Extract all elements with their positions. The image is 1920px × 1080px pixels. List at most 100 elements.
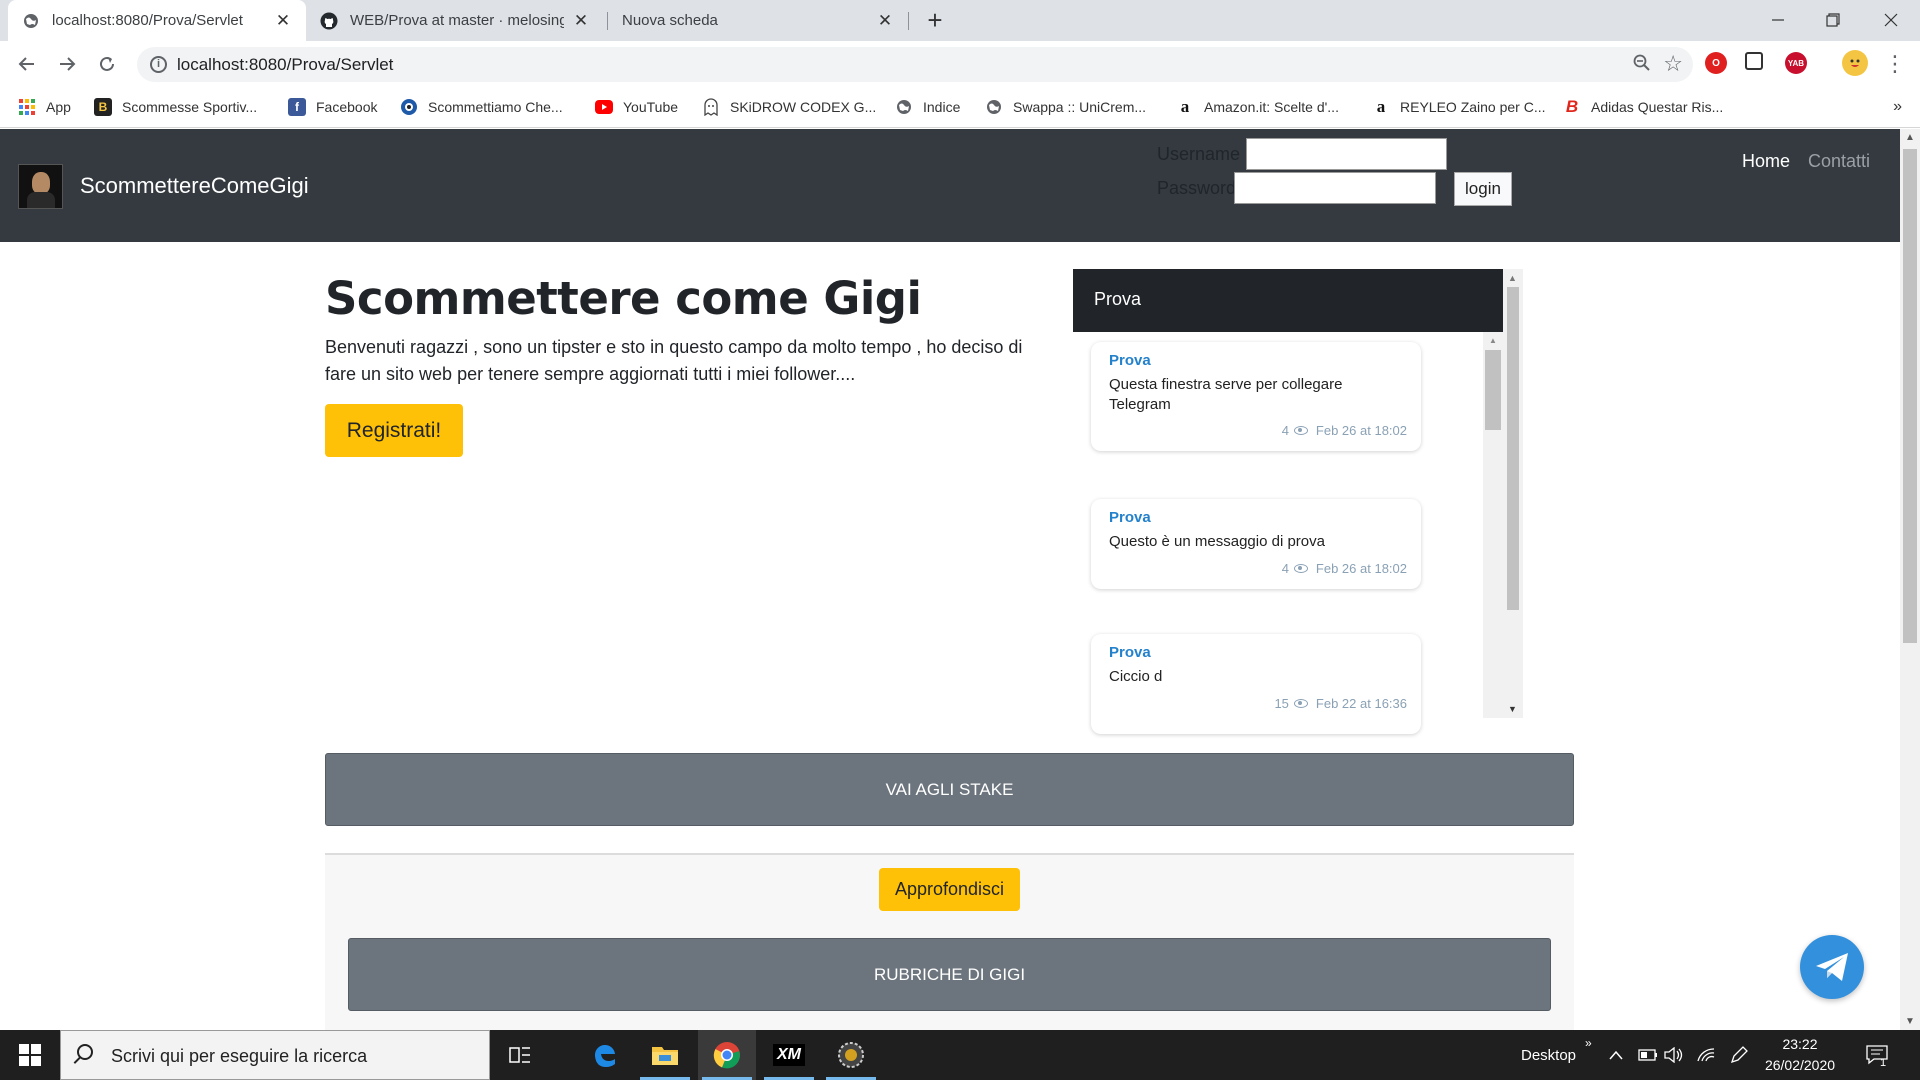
- bookmarks-overflow-button[interactable]: »: [1893, 98, 1902, 116]
- bookmark-scommettiamo[interactable]: Scommettiamo Che...: [400, 95, 563, 119]
- scroll-up-arrow-icon[interactable]: ▲: [1508, 273, 1517, 283]
- bookmark-reyleo[interactable]: a REYLEO Zaino per C...: [1372, 95, 1546, 119]
- restore-icon[interactable]: [1818, 6, 1848, 34]
- bookmark-scommesse[interactable]: B Scommesse Sportiv...: [94, 95, 257, 119]
- scroll-thumb[interactable]: [1485, 350, 1501, 430]
- message-meta: 15 Feb 22 at 16:36: [1274, 696, 1407, 711]
- bookmark-adidas[interactable]: B Adidas Questar Ris...: [1563, 95, 1723, 119]
- cube-extension-icon[interactable]: [1745, 52, 1763, 70]
- opera-extension-icon[interactable]: O: [1705, 52, 1727, 74]
- scroll-down-arrow-icon[interactable]: ▼: [1508, 704, 1517, 714]
- intro-text: Benvenuti ragazzi , sono un tipster e st…: [325, 337, 1023, 384]
- bookmark-label: SKiDROW CODEX G...: [730, 99, 877, 115]
- amazon-icon: a: [1180, 97, 1190, 116]
- chrome-icon[interactable]: [698, 1030, 756, 1080]
- telegram-widget: Prova Prova Questa finestra serve per co…: [1073, 269, 1523, 734]
- toolbar-expand-icon[interactable]: »: [1585, 1018, 1592, 1068]
- forward-icon[interactable]: [52, 49, 82, 79]
- taskbar-search-box[interactable]: Scrivi qui per eseguire la ricerca: [60, 1030, 490, 1080]
- bookmark-label: Scommettiamo Che...: [428, 99, 563, 115]
- battery-icon[interactable]: [1638, 1030, 1658, 1080]
- file-explorer-icon[interactable]: [636, 1030, 694, 1080]
- message-author[interactable]: Prova: [1109, 352, 1151, 369]
- bookmark-indice[interactable]: Indice: [895, 95, 960, 119]
- telegram-message[interactable]: Prova Ciccio d 15 Feb 22 at 16:36: [1091, 634, 1421, 734]
- widget-inner-scrollbar[interactable]: ▲: [1483, 332, 1503, 718]
- stake-button[interactable]: VAI AGLI STAKE: [325, 753, 1574, 826]
- profile-avatar[interactable]: [1842, 50, 1868, 76]
- tab-separator: [908, 12, 909, 30]
- nav-home-link[interactable]: Home: [1742, 151, 1790, 172]
- bookmark-youtube[interactable]: YouTube: [595, 95, 678, 119]
- register-button[interactable]: Registrati!: [325, 404, 463, 457]
- volume-icon[interactable]: [1664, 1030, 1684, 1080]
- bookmark-label: YouTube: [623, 99, 679, 115]
- telegram-message[interactable]: Prova Questa finestra serve per collegar…: [1091, 342, 1421, 451]
- globe-icon: [985, 98, 1003, 116]
- username-input[interactable]: [1246, 138, 1447, 170]
- rubriche-button[interactable]: RUBRICHE DI GIGI: [348, 938, 1551, 1011]
- taskbar-clock[interactable]: 23:22 26/02/2020: [1760, 1034, 1840, 1076]
- login-button[interactable]: login: [1454, 172, 1512, 206]
- task-view-icon[interactable]: [491, 1030, 549, 1080]
- message-date[interactable]: Feb 26 at 18:02: [1316, 561, 1407, 576]
- search-placeholder: Scrivi qui per eseguire la ricerca: [111, 1046, 368, 1066]
- menu-kebab-icon[interactable]: ⋮: [1880, 49, 1910, 79]
- scroll-up-arrow-icon[interactable]: ▲: [1905, 132, 1915, 143]
- widget-title: Prova: [1094, 289, 1142, 309]
- tab-new[interactable]: Nuova scheda ✕: [608, 0, 908, 41]
- telegram-message[interactable]: Prova Questo è un messaggio di prova 4 F…: [1091, 499, 1421, 589]
- bookmark-star-icon[interactable]: ☆: [1663, 51, 1683, 77]
- zoom-icon[interactable]: [1633, 54, 1651, 78]
- bookmark-app[interactable]: App: [18, 95, 71, 119]
- scroll-up-arrow-icon[interactable]: ▲: [1489, 336, 1497, 345]
- clock-date: 26/02/2020: [1764, 1057, 1836, 1073]
- minimize-icon[interactable]: [1763, 6, 1793, 34]
- page-scrollbar[interactable]: ▲ ▼: [1900, 129, 1920, 1030]
- message-author[interactable]: Prova: [1109, 509, 1151, 526]
- site-info-icon[interactable]: i: [150, 56, 167, 73]
- xm-app-icon[interactable]: XM: [760, 1030, 818, 1080]
- close-tab-icon[interactable]: ✕: [274, 11, 292, 31]
- bookmark-amazon-scelte[interactable]: a Amazon.it: Scelte d'...: [1176, 95, 1339, 119]
- telegram-floating-button[interactable]: [1800, 935, 1864, 999]
- scroll-thumb[interactable]: [1507, 287, 1519, 610]
- edge-icon[interactable]: [576, 1030, 634, 1080]
- back-icon[interactable]: [12, 49, 42, 79]
- url-text: localhost:8080/Prova/Servlet: [177, 55, 394, 74]
- close-tab-icon[interactable]: ✕: [572, 11, 590, 31]
- scroll-down-arrow-icon[interactable]: ▼: [1905, 1016, 1915, 1027]
- close-tab-icon[interactable]: ✕: [876, 11, 894, 31]
- reload-icon[interactable]: [92, 49, 122, 79]
- password-input[interactable]: [1234, 172, 1436, 204]
- chevron-up-icon[interactable]: [1609, 1030, 1623, 1080]
- windows-start-button[interactable]: [0, 1030, 60, 1080]
- bookmark-swappa[interactable]: Swappa :: UniCrem...: [985, 95, 1146, 119]
- nav-contact-link[interactable]: Contatti: [1808, 151, 1870, 172]
- yab-extension-icon[interactable]: YAB: [1785, 52, 1807, 74]
- desktop-toolbar-label[interactable]: Desktop: [1521, 1030, 1576, 1080]
- brand-logo[interactable]: [18, 164, 63, 209]
- notification-center-icon[interactable]: 1: [1866, 1030, 1888, 1080]
- windows-logo-icon: [19, 1044, 41, 1066]
- wifi-icon[interactable]: [1696, 1030, 1716, 1080]
- tab-github[interactable]: WEB/Prova at master · melosingh ✕: [306, 0, 604, 41]
- brand-name[interactable]: ScommettereComeGigi: [80, 173, 309, 199]
- search-icon: [77, 1044, 93, 1060]
- scroll-thumb[interactable]: [1903, 149, 1917, 643]
- message-date[interactable]: Feb 22 at 16:36: [1316, 696, 1407, 711]
- address-bar[interactable]: i localhost:8080/Prova/Servlet ☆: [137, 47, 1693, 82]
- new-tab-button[interactable]: +: [920, 6, 950, 34]
- game-app-icon[interactable]: [822, 1030, 880, 1080]
- bookmark-skidrow[interactable]: SKiDROW CODEX G...: [702, 95, 876, 119]
- close-window-icon[interactable]: [1876, 6, 1906, 34]
- widget-outer-scrollbar[interactable]: ▲ ▼: [1503, 269, 1523, 718]
- message-author[interactable]: Prova: [1109, 644, 1151, 661]
- bookmark-label: Scommesse Sportiv...: [122, 99, 258, 115]
- message-date[interactable]: Feb 26 at 18:02: [1316, 423, 1407, 438]
- bookmark-facebook[interactable]: f Facebook: [288, 95, 377, 119]
- approfondisci-button[interactable]: Approfondisci: [879, 868, 1020, 911]
- pen-icon[interactable]: [1730, 1030, 1748, 1080]
- tab-localhost[interactable]: localhost:8080/Prova/Servlet ✕: [8, 0, 306, 41]
- eye-icon: [1293, 699, 1308, 708]
